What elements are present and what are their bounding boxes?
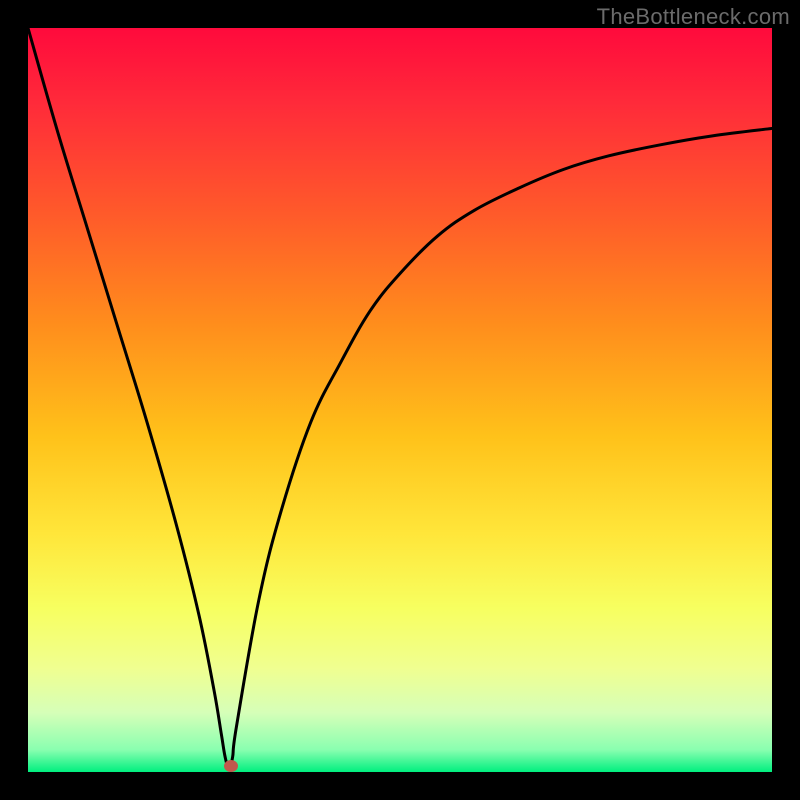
plot-area <box>28 28 772 772</box>
chart-frame: TheBottleneck.com <box>0 0 800 800</box>
chart-svg <box>28 28 772 772</box>
bottleneck-curve <box>28 28 772 768</box>
watermark-text: TheBottleneck.com <box>597 4 790 30</box>
min-point-marker <box>224 760 238 772</box>
